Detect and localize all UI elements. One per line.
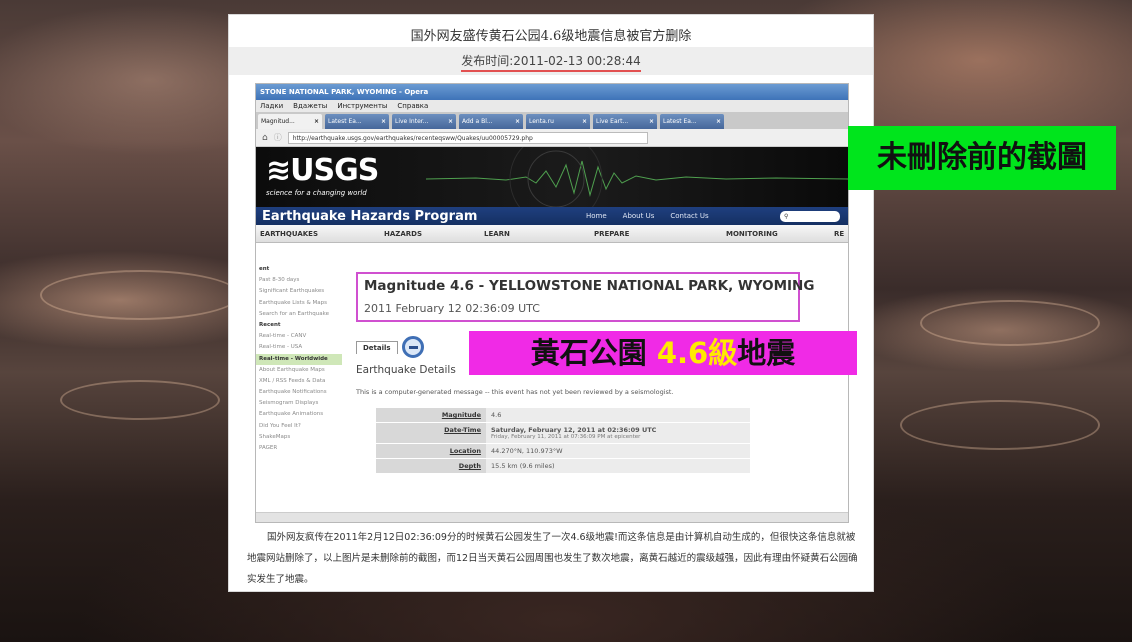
detail-value: 15.5 km (9.6 miles)	[486, 458, 750, 474]
browser-tab[interactable]: Lenta.ru ×	[526, 114, 590, 129]
nav-tab[interactable]: MONITORING	[726, 230, 778, 238]
nav-tab[interactable]: LEARN	[484, 230, 510, 238]
tab-details[interactable]: Details	[356, 340, 398, 354]
url-input[interactable]: http://earthquake.usgs.gov/earthquakes/r…	[287, 131, 648, 144]
nav-link-about[interactable]: About Us	[623, 212, 655, 220]
close-icon[interactable]: ×	[448, 114, 453, 129]
usgs-logo[interactable]: ≋USGS	[266, 153, 379, 188]
detail-key[interactable]: Depth	[376, 458, 486, 474]
browser-titlebar: STONE NATIONAL PARK, WYOMING - Opera	[256, 84, 848, 100]
side-menu: ent Past 8-30 days Significant Earthquakes…	[256, 264, 342, 454]
sidebar-item[interactable]: Did You Feel It?	[256, 421, 342, 432]
detail-value-text: 44.270°N, 110.973°W	[491, 447, 563, 455]
detail-subtext: Friday, February 11, 2011 at 07:36:09 PM…	[491, 434, 641, 440]
sidebar-item[interactable]: Real-time - USA	[256, 342, 342, 353]
detail-key[interactable]: Location	[376, 443, 486, 459]
article-card: 国外网友盛传黄石公园4.6级地震信息被官方删除 发布时间:2011-02-13 …	[228, 14, 874, 592]
usgs-screenshot: STONE NATIONAL PARK, WYOMING - Opera Лад…	[255, 83, 849, 523]
close-icon[interactable]: ×	[381, 114, 386, 129]
close-icon[interactable]: ×	[582, 114, 587, 129]
nav-link-contact[interactable]: Contact Us	[670, 212, 708, 220]
browser-tab[interactable]: Add a Bl... ×	[459, 114, 523, 129]
home-icon[interactable]: ⌂	[262, 133, 268, 143]
caption-before-delete: 未刪除前的截圖	[848, 126, 1116, 190]
close-icon[interactable]: ×	[314, 114, 319, 129]
article-title: 国外网友盛传黄石公园4.6级地震信息被官方删除	[229, 25, 873, 49]
sidebar-item: Recent	[259, 321, 281, 328]
details-table: Magnitude 4.6 Date-Time Saturday, February …	[376, 408, 750, 474]
water-ripple	[40, 270, 240, 320]
sidebar-item[interactable]: PAGER	[256, 443, 342, 454]
browser-tab[interactable]: Live Inter... ×	[392, 114, 456, 129]
sidebar-item[interactable]: Earthquake Animations	[256, 409, 342, 420]
close-icon[interactable]: ×	[649, 114, 654, 129]
usgs-tagline: science for a changing world	[266, 189, 367, 197]
close-icon[interactable]: ×	[515, 114, 520, 129]
detail-key[interactable]: Magnitude	[376, 408, 486, 423]
sidebar-item[interactable]: Earthquake Notifications	[256, 387, 342, 398]
menu-item[interactable]: Инструменты	[337, 100, 387, 112]
detail-value: 4.6	[486, 408, 750, 423]
detail-value-text: 15.5 km (9.6 miles)	[491, 462, 555, 470]
nav-link-home[interactable]: Home	[586, 212, 607, 220]
search-icon: ⚲	[784, 212, 789, 220]
quake-title: Magnitude 4.6 - YELLOWSTONE NATIONAL PAR…	[364, 278, 815, 294]
menu-item[interactable]: Ладки	[260, 100, 283, 112]
review-notice: This is a computer-generated message -- …	[356, 388, 674, 396]
browser-tab[interactable]: Live Eart... ×	[593, 114, 657, 129]
detail-key[interactable]: Date-Time	[376, 422, 486, 444]
nav-tab[interactable]: EARTHQUAKES	[260, 230, 318, 238]
search-input[interactable]: ⚲	[780, 210, 840, 222]
sidebar-item[interactable]: Past 8-30 days	[256, 275, 342, 286]
sidebar-item[interactable]: Significant Earthquakes	[256, 286, 342, 297]
caption-yellowstone-quake: 黃石公園 4.6級地震	[469, 331, 857, 375]
nav-tab[interactable]: PREPARE	[594, 230, 629, 238]
close-icon[interactable]: ×	[716, 114, 721, 129]
browser-tab[interactable]: Latest Ea... ×	[660, 114, 724, 129]
publish-date: 发布时间:2011-02-13 00:28:44	[229, 47, 873, 75]
browser-tabbar: Magnitud... × Latest Ea... × Live Inter...…	[256, 112, 848, 129]
sidebar-item: ent	[259, 266, 270, 272]
sidebar-item[interactable]: Seismogram Displays	[256, 398, 342, 409]
quake-time: 2011 February 12 02:36:09 UTC	[364, 302, 540, 315]
usgs-banner: ≋USGS science for a changing world	[256, 147, 848, 207]
horizontal-scrollbar[interactable]	[256, 512, 848, 522]
detail-value: Saturday, February 12, 2011 at 02:36:09 …	[486, 422, 750, 444]
table-row: Location 44.270°N, 110.973°W	[376, 443, 750, 459]
detail-value-text: 4.6	[491, 411, 502, 419]
table-row: Date-Time Saturday, February 12, 2011 at …	[376, 422, 750, 444]
sidebar-item[interactable]: Real-time - Worldwide	[256, 353, 342, 365]
table-row: Depth 15.5 km (9.6 miles)	[376, 458, 750, 474]
sidebar-item[interactable]: Real-time - CANV	[256, 331, 342, 342]
sidebar-item[interactable]: XML / RSS Feeds & Data	[256, 376, 342, 387]
article-body: 国外网友疯传在2011年2月12日02:36:09分的时候黄石公园发生了一次4.…	[247, 532, 858, 585]
info-icon[interactable]: ⓘ	[274, 132, 282, 143]
water-ripple	[60, 380, 220, 420]
browser-tab[interactable]: Magnitud... ×	[258, 114, 322, 129]
detail-value: 44.270°N, 110.973°W	[486, 443, 750, 459]
sidebar-item[interactable]: Earthquake Lists & Maps	[256, 298, 342, 309]
menu-item[interactable]: Справка	[397, 100, 428, 112]
detail-value-text: Saturday, February 12, 2011 at 02:36:09 …	[491, 426, 657, 434]
program-bar: Earthquake Hazards Program Home About Us…	[256, 207, 848, 225]
sidebar-item[interactable]: Search for an Earthquake	[256, 309, 342, 320]
quake-highlight-box: Magnitude 4.6 - YELLOWSTONE NATIONAL PAR…	[356, 272, 815, 322]
address-bar: ⌂ ⓘ http://earthquake.usgs.gov/earthquak…	[256, 129, 848, 147]
sidebar-item[interactable]: About Earthquake Maps	[256, 365, 342, 376]
sidebar-item[interactable]: ShakeMaps	[256, 432, 342, 443]
browser-menubar: Ладки Вдажеты Инструменты Справка	[256, 100, 848, 112]
table-row: Magnitude 4.6	[376, 408, 750, 423]
program-title: Earthquake Hazards Program	[262, 208, 478, 224]
zoom-out-icon	[401, 336, 424, 358]
nav-tab[interactable]: HAZARDS	[384, 230, 422, 238]
water-ripple	[920, 300, 1100, 346]
water-ripple	[900, 400, 1100, 450]
menu-item[interactable]: Вдажеты	[293, 100, 327, 112]
main-nav: EARTHQUAKES HAZARDS LEARN PREPARE MONITO…	[256, 225, 848, 243]
browser-tab[interactable]: Latest Ea... ×	[325, 114, 389, 129]
nav-tab[interactable]: RE	[834, 230, 844, 238]
